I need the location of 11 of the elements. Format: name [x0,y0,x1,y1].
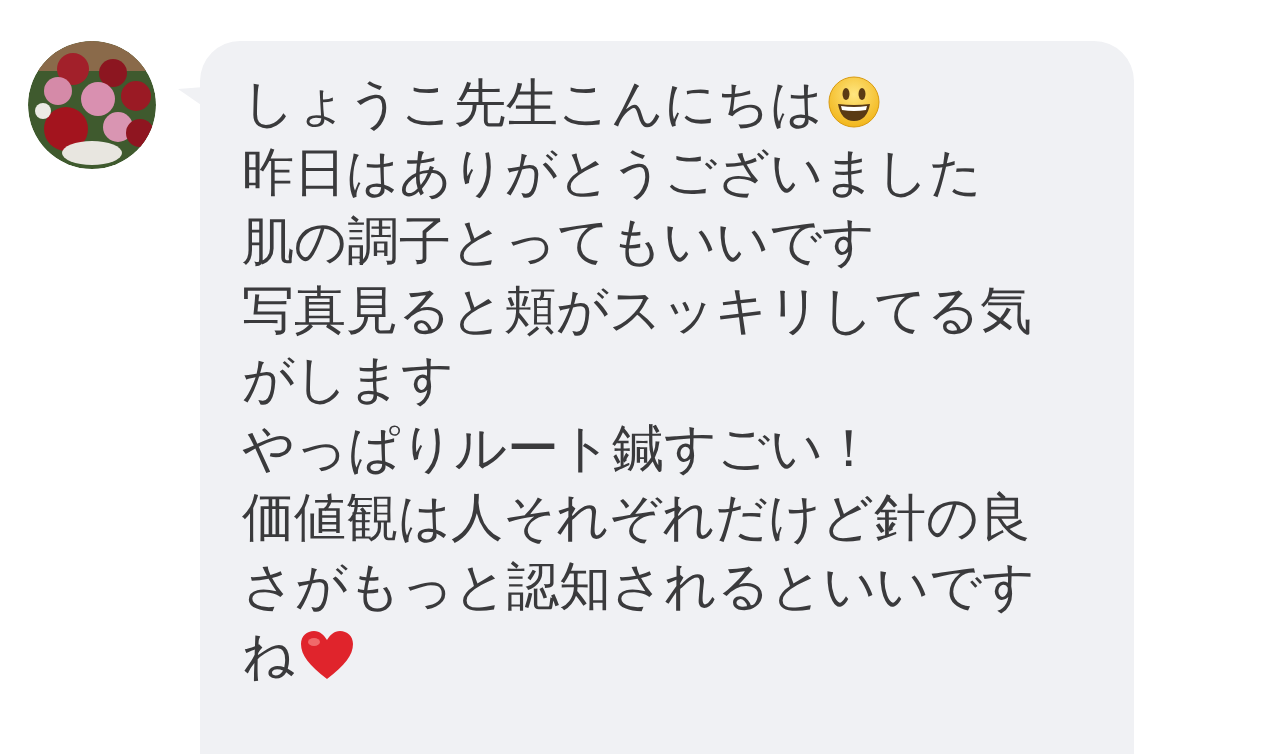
smiley-emoji-icon [827,75,881,129]
heart-emoji-icon [299,629,355,681]
message-line: しょうこ先生こんにちは [242,73,823,133]
message-line: 写真見ると頬がスッキリしてる気 [242,280,1032,340]
message-line: 肌の調子とってもいいです [242,211,875,271]
message-line: 価値観は人それぞれだけど針の良 [242,487,1031,547]
message-line: やっぱりルート鍼すごい！ [242,418,875,478]
message-line: 昨日はありがとうございました [242,142,982,202]
message-line: がします [242,349,454,409]
message-line: ね [242,625,295,685]
message-line: さがもっと認知されるといいです [242,556,1035,616]
